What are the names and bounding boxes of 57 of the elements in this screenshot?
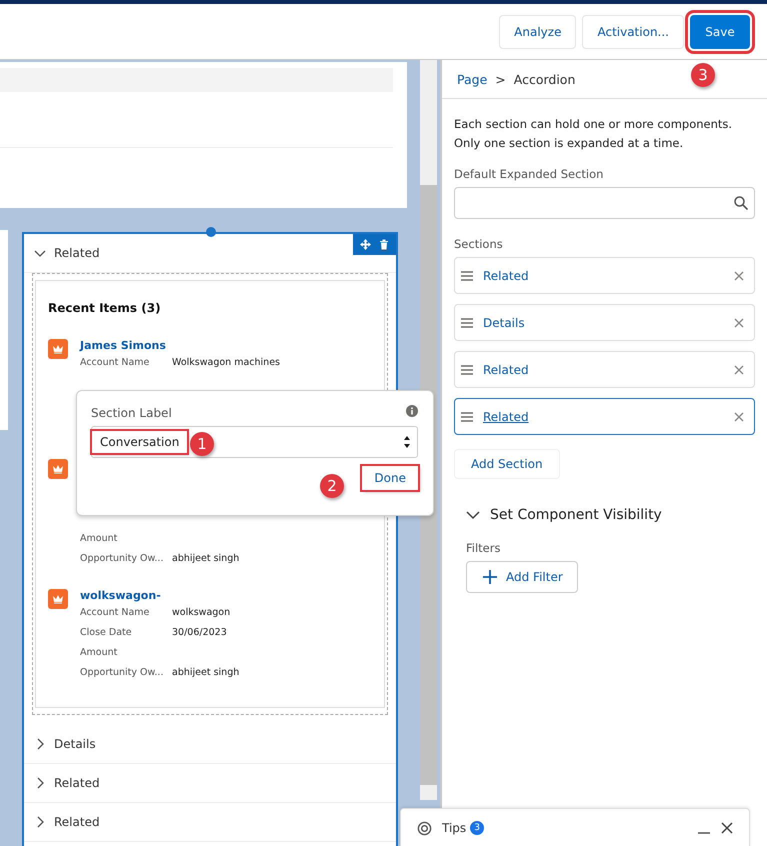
- help-icon[interactable]: [417, 820, 432, 836]
- tips-label: Tips: [442, 821, 466, 835]
- toolbar-button[interactable]: Activation...: [582, 14, 684, 48]
- section-item[interactable]: Related: [454, 398, 755, 435]
- search-icon: [734, 196, 748, 210]
- section-item[interactable]: Related: [454, 351, 755, 388]
- field-label: Close Date: [80, 627, 133, 640]
- field-value: wolkswagon: [172, 607, 230, 620]
- drag-handle-icon[interactable]: [461, 270, 473, 280]
- breadcrumb-link[interactable]: Page: [457, 72, 488, 86]
- section-heading: Set Component Visibility: [490, 507, 662, 523]
- field-label: Amount: [80, 533, 118, 546]
- section-item[interactable]: Details: [454, 304, 755, 341]
- close-icon[interactable]: [721, 822, 733, 834]
- crown-icon: [48, 589, 68, 609]
- description-text: Only one section is expanded at a time.: [454, 135, 684, 152]
- section-title[interactable]: Related: [54, 776, 100, 790]
- plus-icon: [483, 570, 497, 584]
- info-icon: [406, 405, 418, 420]
- field-value: 30/06/2023: [172, 627, 227, 640]
- move-icon[interactable]: [360, 239, 371, 250]
- section-item[interactable]: Related: [454, 257, 755, 294]
- search-field[interactable]: [454, 187, 755, 219]
- done-button[interactable]: Done: [362, 466, 418, 490]
- field-label: Filters: [466, 541, 502, 555]
- field-label: Amount: [80, 647, 118, 660]
- toolbar-button[interactable]: Analyze: [499, 14, 576, 48]
- field-label: Account Name: [80, 607, 150, 620]
- spinner-icon[interactable]: [403, 435, 411, 449]
- field-label: Section Label: [91, 406, 172, 420]
- field-label: Opportunity Ow...: [80, 667, 164, 680]
- record-link[interactable]: James Simons: [80, 339, 280, 352]
- record-link[interactable]: wolkswagon-: [80, 589, 240, 602]
- field-label: Default Expanded Section: [454, 167, 604, 181]
- section-title[interactable]: Related: [54, 815, 100, 829]
- drag-handle-icon[interactable]: [461, 318, 473, 328]
- section-title[interactable]: Related: [54, 246, 100, 260]
- section-title[interactable]: Details: [54, 737, 96, 751]
- breadcrumb-current: Accordion: [514, 72, 576, 86]
- field-label: Opportunity Ow...: [80, 553, 164, 566]
- drag-handle-icon[interactable]: [461, 412, 473, 422]
- breadcrumb-separator: >: [495, 72, 506, 86]
- count-badge: 3: [470, 821, 484, 835]
- field-label: Sections: [454, 237, 504, 251]
- field-value: Wolkswagon machines: [172, 357, 280, 370]
- field-value: abhijeet singh: [172, 553, 240, 566]
- field-label: Account Name: [80, 357, 150, 370]
- description-text: Each section can hold one or more components.: [454, 116, 734, 133]
- drag-handle-icon[interactable]: [461, 364, 473, 374]
- field-value: abhijeet singh: [172, 667, 240, 680]
- crown-icon: [48, 339, 68, 359]
- crown-icon: [48, 459, 68, 479]
- add-icon[interactable]: [206, 227, 216, 237]
- add-section-button[interactable]: Add Section: [454, 449, 560, 479]
- delete-icon[interactable]: [379, 239, 389, 250]
- card-title: Recent Items (3): [48, 301, 162, 315]
- add-filter-button[interactable]: Add Filter: [466, 561, 578, 593]
